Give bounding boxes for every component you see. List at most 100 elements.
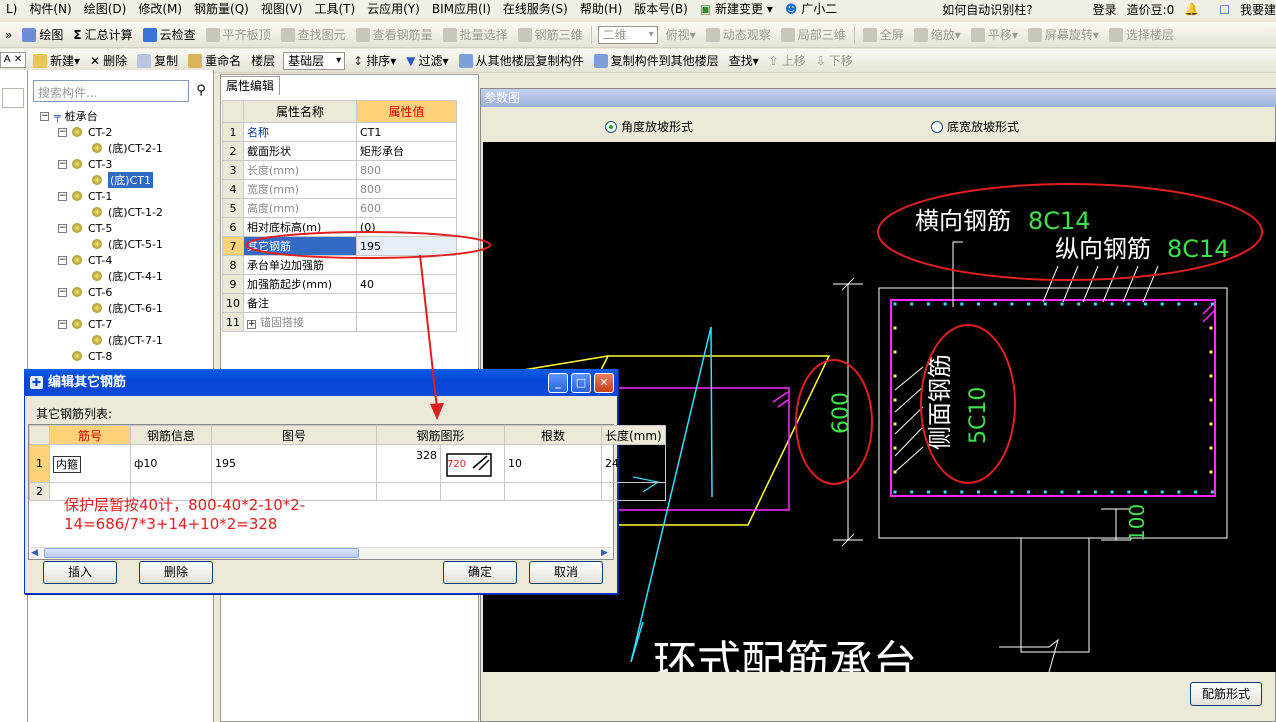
menu-item-view[interactable]: 视图(V)	[255, 0, 309, 18]
new-change-button[interactable]: ▣ 新建变更 ▾	[694, 0, 779, 18]
shape-figure-cell[interactable]: 720	[440, 444, 505, 483]
cancel-button[interactable]: 取消	[529, 561, 603, 584]
count-cell[interactable]: 10	[504, 444, 602, 483]
menu-item-rebar[interactable]: 钢筋量(Q)	[188, 0, 255, 18]
figure-no-cell[interactable]: 195	[211, 444, 377, 483]
new-button[interactable]: 新建 ▾	[28, 50, 85, 72]
property-row[interactable]: 5 高度(mm) 600	[222, 198, 457, 218]
property-value[interactable]: CT1	[356, 122, 457, 142]
collapse-icon[interactable]: −	[58, 255, 67, 265]
property-row-selected[interactable]: 7 其它钢筋 195	[222, 236, 457, 256]
maximize-icon[interactable]: □	[571, 373, 591, 393]
fullscreen-button[interactable]: 全屏	[858, 24, 909, 46]
screen-rotate-button[interactable]: 屏幕旋转 ▾	[1023, 24, 1104, 46]
scroll-left-icon[interactable]: ◀	[31, 548, 38, 558]
dock-tab[interactable]	[2, 88, 24, 108]
tree-node-ct1-selected[interactable]: (底)CT1	[92, 172, 153, 188]
menu-item-help[interactable]: 帮助(H)	[574, 0, 628, 18]
tree-node-ct-1-2[interactable]: (底)CT-1-2	[92, 204, 163, 220]
property-value[interactable]	[356, 293, 457, 313]
menu-item-tools[interactable]: 工具(T)	[308, 0, 361, 18]
property-row[interactable]: 2 截面形状 矩形承台	[222, 141, 457, 161]
property-row[interactable]: 4 宽度(mm) 800	[222, 179, 457, 199]
floor-select[interactable]: 基础层	[283, 51, 346, 70]
insert-button[interactable]: 插入	[43, 561, 117, 584]
tree-node-ct-5[interactable]: − CT-5	[58, 220, 112, 236]
top-view-button[interactable]: 俯视 ▾	[661, 24, 701, 46]
empty-cell[interactable]	[504, 482, 602, 501]
search-icon[interactable]: ⚲	[191, 80, 211, 102]
component-search-input[interactable]: 搜索构件...	[33, 80, 189, 102]
dynamic-observe-button[interactable]: 动态观察	[701, 24, 776, 46]
menu-item-modify[interactable]: 修改(M)	[132, 0, 188, 18]
property-value[interactable]: (0)	[356, 217, 457, 237]
scrollbar-thumb[interactable]	[44, 548, 359, 558]
tree-node-ct-7[interactable]: − CT-7	[58, 316, 112, 332]
copy-to-floor-button[interactable]: 复制构件到其他楼层	[589, 50, 724, 72]
tree-node-ct-4-1[interactable]: (底)CT-4-1	[92, 268, 163, 284]
sort-button[interactable]: ↕ 排序 ▾	[348, 50, 401, 72]
bell-icon[interactable]: 🔔	[1184, 2, 1199, 16]
expand-icon[interactable]: +	[247, 320, 256, 329]
menu-item-version[interactable]: 版本号(B)	[628, 0, 694, 18]
view-rebar-button[interactable]: 查看钢筋量	[351, 24, 438, 46]
delete-button[interactable]: ✕ 删除	[85, 50, 132, 72]
property-row[interactable]: 6 相对底标高(m) (0)	[222, 217, 457, 237]
tree-node-ct-6-1[interactable]: (底)CT-6-1	[92, 300, 163, 316]
rebar-info-cell[interactable]: ф10	[130, 444, 212, 483]
property-value[interactable]	[356, 312, 457, 332]
help-question-link[interactable]: 如何自动识别柱?	[942, 1, 1032, 18]
menu-item-cloud[interactable]: 云应用(Y)	[361, 0, 426, 18]
collapse-icon[interactable]: −	[58, 223, 67, 233]
copy-button[interactable]: 复制	[132, 50, 183, 72]
property-row[interactable]: 3 长度(mm) 800	[222, 160, 457, 180]
tree-node-ct-4[interactable]: − CT-4	[58, 252, 112, 268]
collapse-icon[interactable]: −	[40, 111, 49, 121]
ok-button[interactable]: 确定	[443, 561, 517, 584]
menu-item-online[interactable]: 在线服务(S)	[497, 0, 574, 18]
local-3d-button[interactable]: 局部三维	[776, 24, 851, 46]
collapse-icon[interactable]: −	[58, 319, 67, 329]
property-row[interactable]: 9 加强筋起步(mm) 40	[222, 274, 457, 294]
filter-button[interactable]: ▼ 过滤 ▾	[401, 50, 453, 72]
menu-item-bim[interactable]: BIM应用(I)	[426, 0, 497, 18]
tree-node-ct-5-1[interactable]: (底)CT-5-1	[92, 236, 163, 252]
move-up-button[interactable]: ⇧ 上移	[764, 50, 811, 72]
collapse-icon[interactable]: −	[58, 159, 67, 169]
rebar-form-button[interactable]: 配筋形式	[1190, 682, 1262, 706]
copy-from-floor-button[interactable]: 从其他楼层复制构件	[454, 50, 589, 72]
summary-button[interactable]: Σ 汇总计算	[68, 24, 137, 46]
property-value[interactable]: 矩形承台	[356, 141, 457, 161]
collapse-icon[interactable]: −	[58, 127, 67, 137]
empty-cell[interactable]	[601, 482, 666, 501]
collapse-icon[interactable]: −	[58, 191, 67, 201]
move-down-button[interactable]: ⇩ 下移	[811, 50, 858, 72]
tree-node-ct-8[interactable]: CT-8	[72, 348, 112, 364]
guangxiaoer-button[interactable]: ☻ 广小二	[779, 0, 843, 18]
tree-node-ct-7-1[interactable]: (底)CT-7-1	[92, 332, 163, 348]
tree-node-ct-6[interactable]: − CT-6	[58, 284, 112, 300]
shape-value-cell[interactable]: 328	[376, 444, 441, 483]
property-value[interactable]: 600	[356, 198, 457, 218]
property-row[interactable]: 1 名称 CT1	[222, 122, 457, 142]
rebar-row[interactable]: 1 内箍 ф10 195 328 720 10 2414	[29, 444, 666, 483]
toolbar-overflow[interactable]: »	[0, 24, 17, 46]
radio-angle-slope[interactable]: 角度放坡形式	[605, 118, 693, 135]
rebar-name-cell[interactable]: 内箍	[49, 444, 131, 483]
find-element-button[interactable]: 查找图元	[276, 24, 351, 46]
tree-node-ct-2-1[interactable]: (底)CT-2-1	[92, 140, 163, 156]
property-value[interactable]: 800	[356, 160, 457, 180]
property-row[interactable]: 11 + 锚固搭接	[222, 312, 457, 332]
batch-select-button[interactable]: 批量选择	[438, 24, 513, 46]
draw-button[interactable]: 绘图	[17, 24, 68, 46]
property-row[interactable]: 8 承台单边加强筋	[222, 255, 457, 275]
menu-item[interactable]: L)	[0, 0, 23, 18]
property-value[interactable]: 195	[356, 236, 457, 256]
length-cell[interactable]: 2414	[601, 444, 666, 483]
close-icon[interactable]: ✕	[594, 373, 614, 393]
pan-button[interactable]: 平移 ▾	[966, 24, 1023, 46]
level-top-button[interactable]: 平齐板顶	[201, 24, 276, 46]
property-value[interactable]	[356, 255, 457, 275]
tree-node-ct-1[interactable]: − CT-1	[58, 188, 112, 204]
cloud-check-button[interactable]: 云检查	[138, 24, 201, 46]
